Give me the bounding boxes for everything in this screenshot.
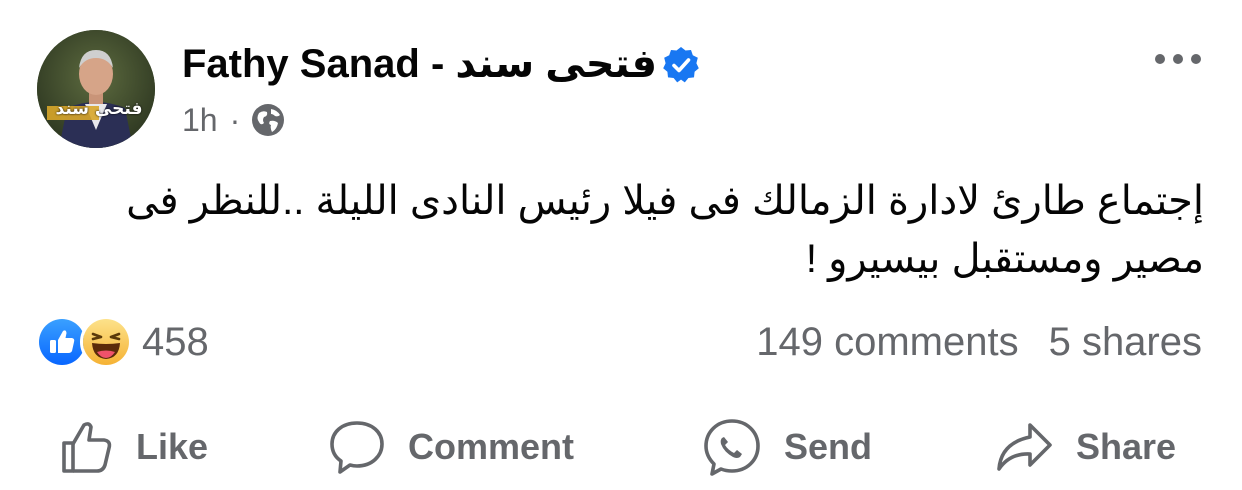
- post-action-bar: Like Comment Send Share: [0, 412, 1242, 482]
- like-button[interactable]: Like: [58, 412, 208, 482]
- post-body-text: إجتماع طارئ لادارة الزمالك فى فيلا رئيس …: [126, 179, 1204, 281]
- globe-icon[interactable]: [250, 102, 286, 138]
- shares-count-link[interactable]: 5 shares: [1049, 320, 1202, 365]
- reaction-count: 458: [142, 319, 209, 364]
- thumbs-up-icon: [62, 422, 112, 473]
- author-name[interactable]: Fathy Sanad - فتحى سند: [182, 36, 657, 92]
- comment-label: Comment: [408, 426, 575, 467]
- post-timestamp[interactable]: 1h: [182, 100, 218, 140]
- author-name-row: Fathy Sanad - فتحى سند: [182, 36, 701, 92]
- comment-bubble-icon: [330, 421, 384, 474]
- like-label: Like: [136, 426, 209, 467]
- comments-count-link[interactable]: 149 comments: [756, 320, 1018, 365]
- share-arrow-icon: [997, 423, 1052, 471]
- send-button[interactable]: Send: [702, 412, 872, 482]
- engagement-summary: 149 comments 5 shares: [756, 314, 1202, 370]
- haha-reaction-icon: [80, 316, 132, 368]
- verified-badge-icon: [661, 44, 701, 84]
- share-label: Share: [1076, 426, 1177, 467]
- comment-button[interactable]: Comment: [328, 412, 574, 482]
- send-label: Send: [784, 426, 873, 467]
- messenger-send-icon: [704, 419, 760, 476]
- more-options-icon[interactable]: [1150, 44, 1206, 74]
- avatar-caption: فتحى سند: [55, 99, 143, 119]
- author-avatar[interactable]: فتحى سند: [37, 30, 155, 148]
- share-button[interactable]: Share: [994, 412, 1176, 482]
- post-meta: 1h ·: [182, 100, 286, 140]
- facebook-post: فتحى سند Fathy Sanad - فتحى سند 1h · إجت…: [0, 0, 1242, 490]
- reactions-summary[interactable]: 458: [36, 314, 209, 370]
- meta-separator: ·: [229, 102, 241, 138]
